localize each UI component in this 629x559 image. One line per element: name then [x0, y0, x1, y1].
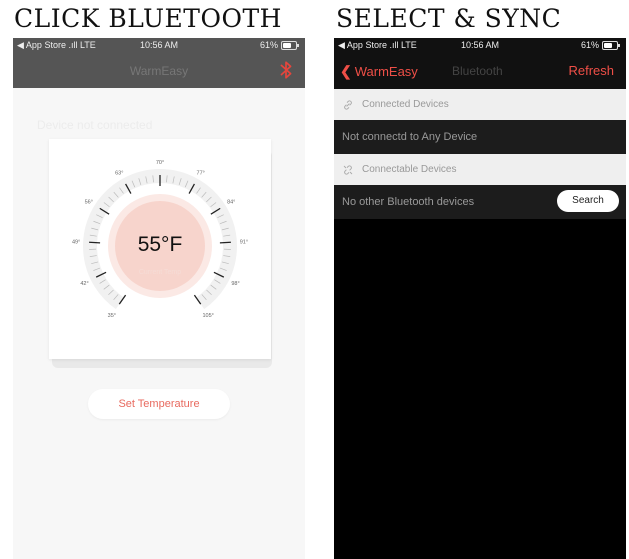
bluetooth-icon[interactable] [275, 59, 297, 81]
connected-devices-label: Connected Devices [362, 99, 449, 110]
connectable-devices-label: Connectable Devices [362, 164, 457, 175]
search-button[interactable]: Search [557, 190, 619, 212]
back-label: WarmEasy [354, 64, 418, 79]
dial-tick-label: 42° [80, 281, 88, 287]
status-bar: ◀ App Store .ıll LTE 10:56 AM 61% [334, 38, 626, 53]
refresh-button[interactable]: Refresh [568, 63, 614, 78]
dial-tick-label: 35° [108, 313, 116, 319]
chevron-left-icon: ❮ [340, 63, 352, 79]
link-icon [344, 99, 352, 110]
battery-icon [602, 40, 620, 50]
set-temperature-button[interactable]: Set Temperature [88, 389, 230, 419]
battery-percent: 61% [259, 40, 278, 50]
connected-device-text: Not connectd to Any Device [342, 131, 478, 143]
app-title: WarmEasy [129, 64, 189, 78]
connected-devices-header: Connected Devices [334, 89, 626, 120]
nav-bar: WarmEasy [13, 53, 305, 88]
battery-status: 61% [580, 40, 620, 50]
caption-select-sync: SELECT & SYNC [336, 4, 562, 33]
nav-bar: ❮ WarmEasy Bluetooth Refresh [334, 53, 626, 89]
current-temperature: 55°F [137, 233, 183, 256]
dial-tick-label: 63° [115, 171, 123, 177]
caption-click-bluetooth: CLICK BLUETOOTH [14, 4, 282, 33]
dial-tick-label: 105° [202, 313, 213, 319]
dial-tick-label: 77° [197, 171, 205, 177]
battery-icon [281, 40, 299, 50]
connectable-device-row: No other Bluetooth devices Search [334, 185, 626, 219]
thermostat-card: 35° 42° 49° 56° 63° 70° 77° 84° 91° 98° 105° 55°F … [49, 139, 271, 359]
broken-link-icon [343, 164, 353, 175]
dial-tick-label: 84° [227, 199, 235, 205]
top-bar: ◀ App Store .ıll LTE 10:56 AM 61% WarmEa… [13, 38, 305, 88]
connectable-devices-header: Connectable Devices [334, 154, 626, 185]
dial-tick-label: 70° [156, 160, 164, 166]
device-status-text: Device not connected [37, 118, 153, 132]
connected-device-row: Not connectd to Any Device [334, 120, 626, 154]
dial-tick-label: 98° [231, 281, 239, 287]
phone-screen-bluetooth: ◀ App Store .ıll LTE 10:56 AM 61% ❮ Warm… [334, 38, 626, 559]
current-temp-label: Current Temp [138, 269, 182, 276]
connectable-device-text: No other Bluetooth devices [342, 196, 475, 208]
back-button[interactable]: ❮ WarmEasy [340, 63, 418, 80]
battery-percent: 61% [580, 40, 599, 50]
dial-tick-label: 56° [85, 199, 93, 205]
page-title: Bluetooth [452, 64, 503, 78]
status-bar: ◀ App Store .ıll LTE 10:56 AM 61% [13, 38, 305, 53]
phone-screen-main: ◀ App Store .ıll LTE 10:56 AM 61% WarmEa… [13, 38, 305, 559]
battery-status: 61% [259, 40, 299, 50]
